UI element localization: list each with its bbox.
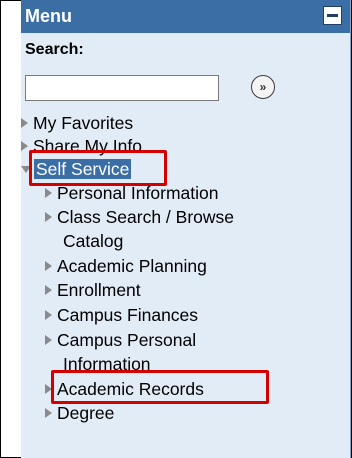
collapsed-arrow-icon bbox=[21, 141, 28, 151]
collapsed-arrow-icon bbox=[45, 261, 52, 271]
menu-title: Menu bbox=[25, 6, 72, 26]
highlight-academic-records bbox=[51, 370, 269, 404]
menu-item-academic-planning[interactable]: Academic Planning bbox=[45, 255, 207, 277]
menu-item-enrollment[interactable]: Enrollment bbox=[45, 279, 141, 301]
search-label: Search: bbox=[25, 41, 84, 58]
highlight-self-service bbox=[29, 150, 167, 186]
menu-item-degree[interactable]: Degree bbox=[45, 402, 114, 424]
menu-item-class-search-line2: Catalog bbox=[63, 231, 124, 251]
menu-header: Menu bbox=[21, 0, 350, 33]
menu-item-campus-personal[interactable]: Campus Personal bbox=[45, 329, 196, 351]
collapsed-arrow-icon bbox=[45, 335, 52, 345]
collapsed-arrow-icon bbox=[45, 285, 52, 295]
collapse-menu-button[interactable] bbox=[323, 6, 342, 25]
menu-item-campus-finances[interactable]: Campus Finances bbox=[45, 304, 198, 326]
menu-item-class-search[interactable]: Class Search / Browse bbox=[45, 206, 234, 228]
collapsed-arrow-icon bbox=[21, 118, 28, 128]
search-input[interactable] bbox=[25, 75, 219, 101]
collapsed-arrow-icon bbox=[45, 408, 52, 418]
collapsed-arrow-icon bbox=[45, 188, 52, 198]
search-go-button[interactable]: » bbox=[251, 75, 275, 99]
search-row: » bbox=[21, 69, 350, 107]
collapsed-arrow-icon bbox=[45, 310, 52, 320]
menu-item-my-favorites[interactable]: My Favorites bbox=[21, 112, 133, 134]
collapsed-arrow-icon bbox=[45, 212, 52, 222]
double-chevron-right-icon: » bbox=[259, 80, 267, 94]
